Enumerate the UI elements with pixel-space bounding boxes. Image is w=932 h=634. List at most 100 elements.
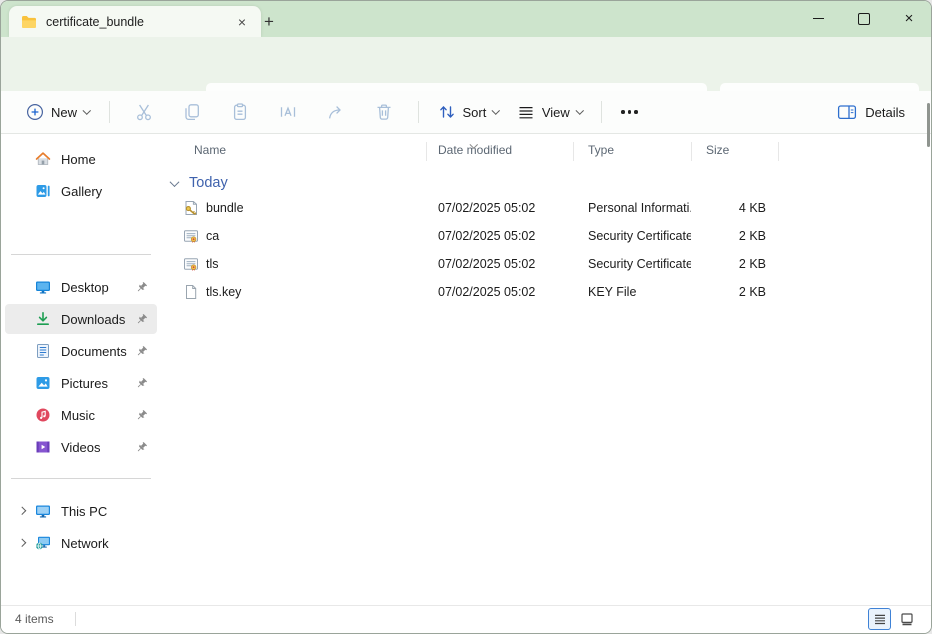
command-toolbar: New Sort View <box>1 91 931 134</box>
pin-icon <box>135 377 148 390</box>
close-button[interactable]: × <box>886 1 932 36</box>
file-name: ca <box>206 229 219 243</box>
chevron-down-icon <box>492 107 500 115</box>
rename-button[interactable] <box>264 95 312 129</box>
gallery-icon <box>35 183 51 199</box>
column-header-name[interactable]: Name <box>194 143 226 157</box>
sidebar-item-home[interactable]: Home <box>5 144 157 174</box>
details-label: Details <box>865 105 905 120</box>
new-icon <box>26 103 44 121</box>
file-row-ca[interactable]: ca 07/02/2025 05:02 Security Certificate… <box>161 222 925 250</box>
navigation-bar: ← → ↑ › Downloads › certificate_bundle <box>1 37 931 91</box>
security-certificate-icon <box>183 228 199 244</box>
expand-chevron-icon[interactable] <box>18 507 26 515</box>
sidebar-item-label: This PC <box>61 504 157 519</box>
view-button[interactable]: View <box>508 95 591 129</box>
downloads-icon <box>35 311 51 327</box>
view-label: View <box>542 105 570 120</box>
delete-button[interactable] <box>360 95 408 129</box>
share-button[interactable] <box>312 95 360 129</box>
vertical-scrollbar-thumb[interactable] <box>927 103 930 147</box>
share-icon <box>326 102 346 122</box>
column-header-size[interactable]: Size <box>706 143 729 157</box>
file-name-cell: ca <box>161 228 426 244</box>
details-pane-button[interactable]: Details <box>829 95 913 129</box>
collapse-chevron-icon[interactable] <box>170 177 180 187</box>
sidebar-item-downloads[interactable]: Downloads <box>5 304 157 334</box>
security-certificate-icon <box>183 256 199 272</box>
column-divider[interactable] <box>778 142 779 161</box>
details-pane-icon <box>837 103 857 121</box>
file-size-cell: 2 KB <box>691 257 778 271</box>
details-view-icon <box>872 611 888 627</box>
new-button[interactable]: New <box>17 95 99 129</box>
file-name-cell: tls.key <box>161 284 426 300</box>
file-type-cell: KEY File <box>573 285 691 299</box>
group-header-today[interactable]: Today <box>161 170 228 196</box>
network-icon <box>35 535 51 551</box>
sidebar-item-this-pc[interactable]: This PC <box>5 496 157 526</box>
tab-bar: certificate_bundle × + × <box>1 1 931 37</box>
file-size-cell: 2 KB <box>691 229 778 243</box>
pin-icon <box>135 409 148 422</box>
sidebar-item-label: Gallery <box>61 184 157 199</box>
key-file-icon <box>183 284 199 300</box>
sidebar-item-network[interactable]: Network <box>5 528 157 558</box>
file-size-cell: 4 KB <box>691 201 778 215</box>
sidebar-item-label: Network <box>61 536 157 551</box>
column-divider[interactable] <box>691 142 692 161</box>
music-icon <box>35 407 51 423</box>
more-options-button[interactable] <box>612 95 647 129</box>
sidebar-item-label: Pictures <box>61 376 135 391</box>
sidebar-item-label: Music <box>61 408 135 423</box>
new-label: New <box>51 105 77 120</box>
paste-icon <box>230 102 250 122</box>
file-name-cell: bundle <box>161 200 426 216</box>
column-header-type[interactable]: Type <box>588 143 614 157</box>
file-row-tls-key[interactable]: tls.key 07/02/2025 05:02 KEY File 2 KB <box>161 278 925 306</box>
pin-icon <box>135 281 148 294</box>
sidebar-item-label: Home <box>61 152 157 167</box>
file-list-pane: Name Date modified Type Size Today bundl… <box>161 134 931 606</box>
sidebar-item-documents[interactable]: Documents <box>5 336 157 366</box>
this-pc-icon <box>35 503 51 519</box>
minimize-button[interactable] <box>795 1 841 36</box>
sidebar-item-pictures[interactable]: Pictures <box>5 368 157 398</box>
cut-button[interactable] <box>120 95 168 129</box>
column-divider[interactable] <box>573 142 574 161</box>
rename-icon <box>278 102 298 122</box>
sidebar-item-gallery[interactable]: Gallery <box>5 176 157 206</box>
sidebar-item-label: Videos <box>61 440 135 455</box>
sidebar-item-videos[interactable]: Videos <box>5 432 157 462</box>
chevron-down-icon <box>83 107 91 115</box>
folder-icon <box>21 15 37 29</box>
new-tab-button[interactable]: + <box>255 8 283 35</box>
file-row-bundle[interactable]: bundle 07/02/2025 05:02 Personal Informa… <box>161 194 925 222</box>
copy-button[interactable] <box>168 95 216 129</box>
file-date-cell: 07/02/2025 05:02 <box>426 201 573 215</box>
pin-icon <box>135 313 148 326</box>
status-bar: 4 items <box>1 605 931 633</box>
file-name: tls.key <box>206 285 241 299</box>
file-explorer-window: certificate_bundle × + × ← → ↑ › Downloa… <box>0 0 932 634</box>
sidebar-item-music[interactable]: Music <box>5 400 157 430</box>
maximize-button[interactable] <box>841 1 887 36</box>
large-icons-view-toggle[interactable] <box>895 608 918 630</box>
column-divider[interactable] <box>426 142 427 161</box>
toolbar-divider <box>418 101 419 123</box>
paste-button[interactable] <box>216 95 264 129</box>
pin-icon <box>135 345 148 358</box>
sort-button[interactable]: Sort <box>429 95 508 129</box>
explorer-tab[interactable]: certificate_bundle × <box>9 6 261 37</box>
view-icon <box>517 103 535 121</box>
details-view-toggle[interactable] <box>868 608 891 630</box>
tab-close-button[interactable]: × <box>231 11 253 33</box>
toolbar-divider <box>601 101 602 123</box>
sidebar-item-desktop[interactable]: Desktop <box>5 272 157 302</box>
file-row-tls[interactable]: tls 07/02/2025 05:02 Security Certificat… <box>161 250 925 278</box>
expand-chevron-icon[interactable] <box>18 539 26 547</box>
file-name-cell: tls <box>161 256 426 272</box>
file-name: tls <box>206 257 219 271</box>
file-type-cell: Security Certificate <box>573 257 691 271</box>
pictures-icon <box>35 375 51 391</box>
